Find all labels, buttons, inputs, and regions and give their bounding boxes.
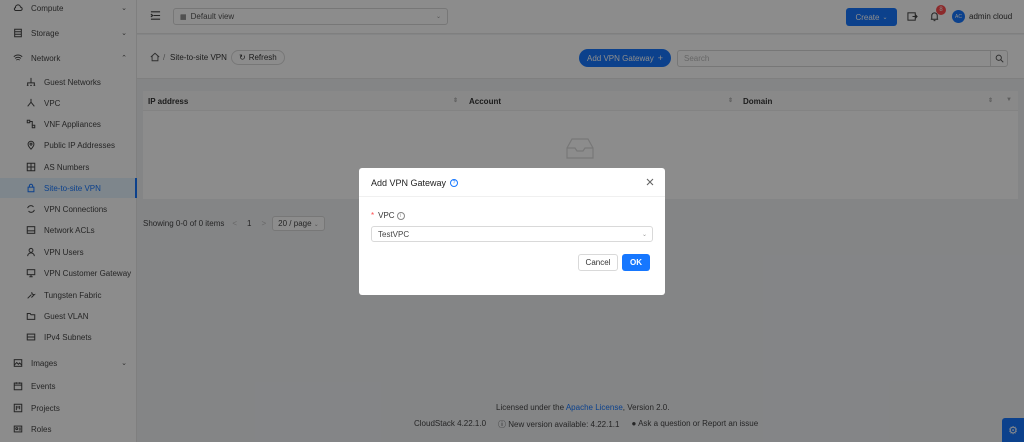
- modal-title-text: Add VPN Gateway: [371, 178, 447, 188]
- vpc-field-label: * VPC i: [371, 211, 405, 220]
- info-circle-icon[interactable]: i: [396, 211, 405, 220]
- required-marker: *: [371, 211, 375, 220]
- chevron-down-icon: ⌄: [641, 231, 647, 238]
- vpc-select[interactable]: TestVPC ⌄: [371, 226, 653, 242]
- ok-button[interactable]: OK: [622, 254, 650, 271]
- cancel-button[interactable]: Cancel: [578, 254, 618, 271]
- modal-divider: [359, 196, 665, 197]
- modal-title: Add VPN Gateway ?: [371, 178, 459, 188]
- vpc-label-text: VPC: [378, 211, 395, 220]
- question-circle-icon[interactable]: ?: [450, 179, 459, 187]
- vpc-select-value: TestVPC: [378, 229, 410, 239]
- add-vpn-gateway-modal: Add VPN Gateway ? * VPC i TestVPC ⌄ Canc…: [359, 168, 665, 295]
- close-icon[interactable]: [645, 177, 655, 187]
